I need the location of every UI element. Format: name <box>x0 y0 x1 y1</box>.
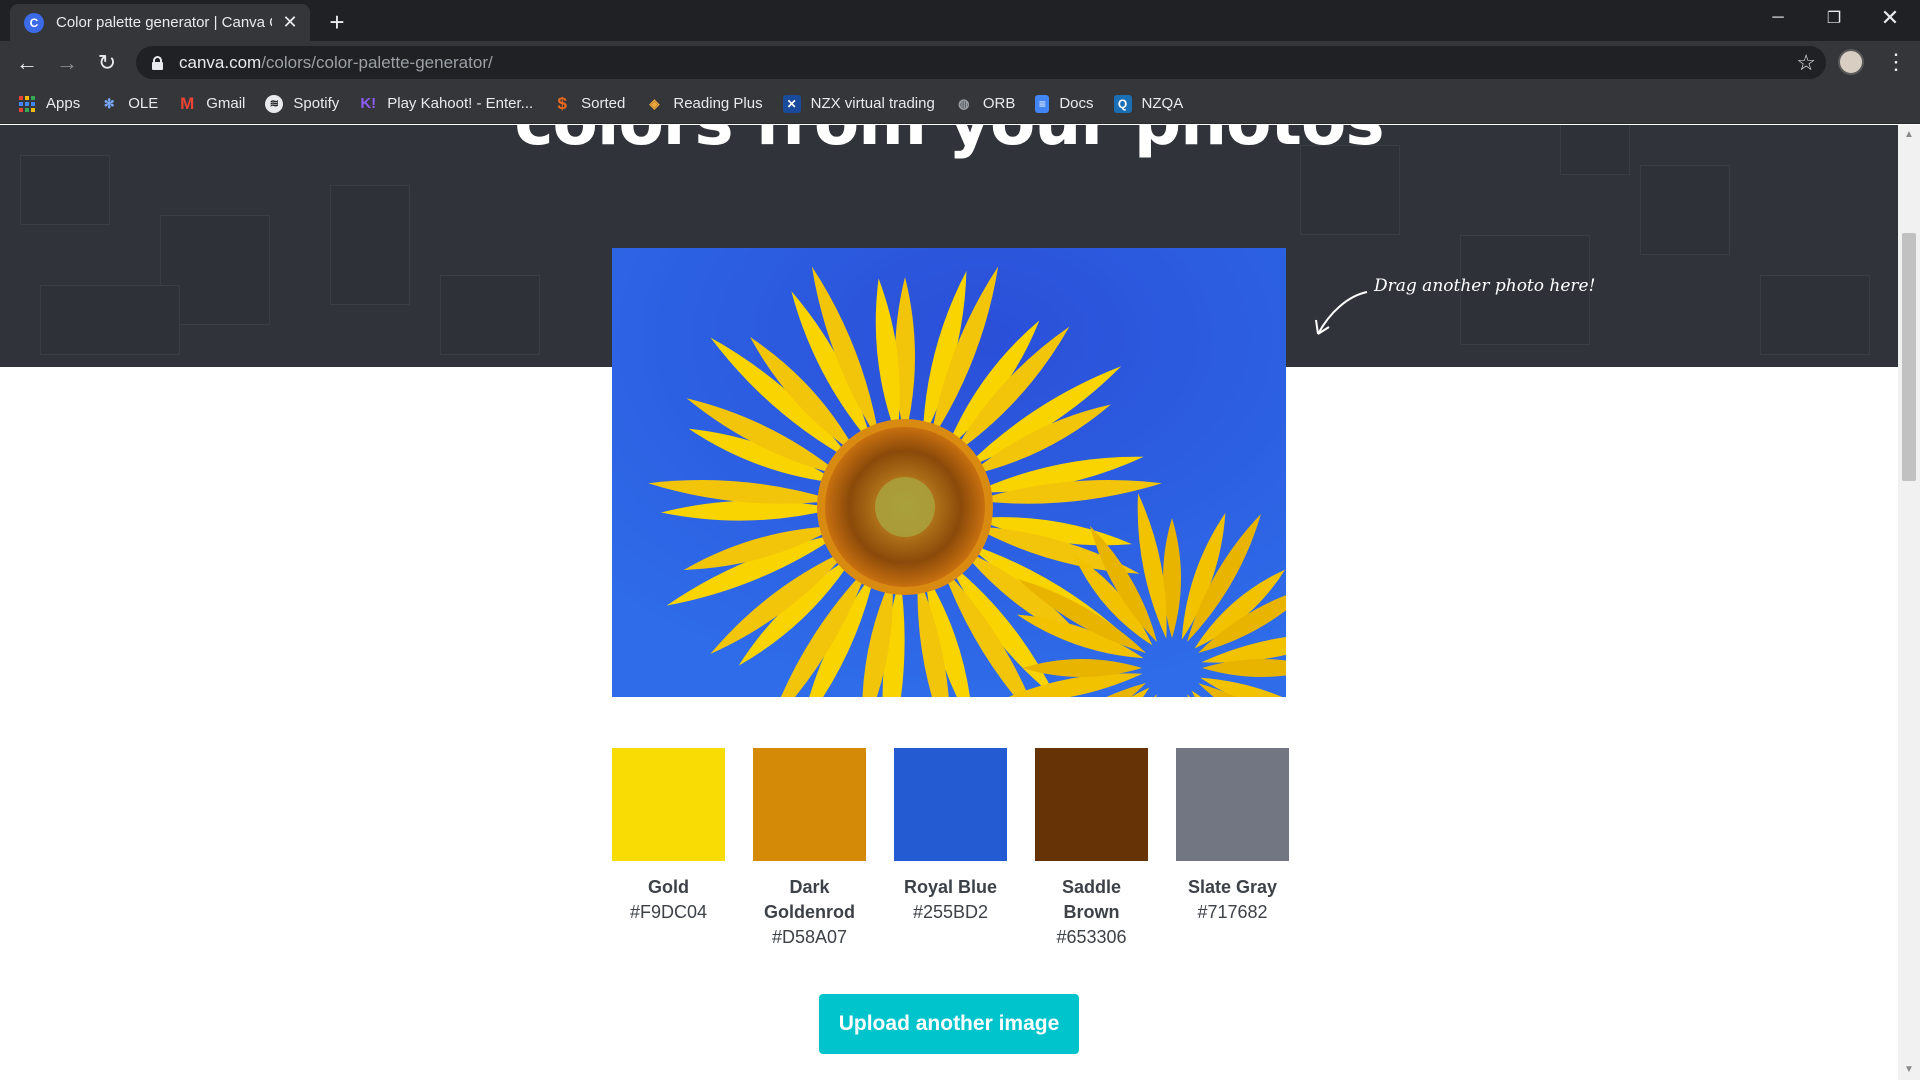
forward-arrow-icon[interactable]: → <box>51 47 83 79</box>
bookmark-orb[interactable]: ◍ ORB <box>955 95 1016 113</box>
ole-icon: ✻ <box>103 95 115 111</box>
kahoot-icon: K! <box>360 95 377 112</box>
swatch-hex: #255BD2 <box>912 902 989 922</box>
bookmarks-bar: Apps ✻ OLE M Gmail ≋ Spotify K! Play Kah… <box>0 84 1920 124</box>
hero-pattern-tile <box>20 155 110 225</box>
color-palette: Gold #F9DC04 Dark Goldenrod #D58A07 Royal Bl… <box>612 748 1289 947</box>
swatch-name: Saddle Brown <box>1061 877 1122 922</box>
sunflower-image <box>612 248 1286 697</box>
palette-swatch[interactable]: Dark Goldenrod #D58A07 <box>753 748 866 950</box>
swatch-hex: #D58A07 <box>771 927 848 947</box>
sorted-icon: $ <box>557 93 567 113</box>
tab-close-icon[interactable]: ✕ <box>280 12 300 33</box>
page-scrollbar[interactable]: ▲ ▼ <box>1898 125 1920 1080</box>
bookmark-apps[interactable]: Apps <box>18 95 80 113</box>
reading-plus-icon: ◈ <box>649 95 660 111</box>
bookmark-label: Spotify <box>293 95 340 112</box>
bookmark-label: Apps <box>46 95 81 112</box>
drag-photo-hint: Drag another photo here! <box>1374 276 1596 296</box>
hero-pattern-tile <box>440 275 540 355</box>
swatch-color[interactable] <box>894 748 1007 861</box>
palette-swatch[interactable]: Gold #F9DC04 <box>612 748 725 925</box>
scroll-down-arrow-icon[interactable]: ▼ <box>1898 1060 1920 1080</box>
window-maximize-button[interactable]: ❐ <box>1806 0 1862 36</box>
page-viewport: colors from your photos Drag another pho… <box>0 125 1898 1080</box>
swatch-name: Dark Goldenrod <box>764 877 855 922</box>
canva-favicon-icon: C <box>24 12 44 33</box>
palette-swatch[interactable]: Royal Blue #255BD2 <box>894 748 1007 925</box>
bookmark-label: Docs <box>1059 95 1094 112</box>
swatch-color[interactable] <box>753 748 866 861</box>
spotify-icon: ≋ <box>265 94 284 113</box>
profile-avatar[interactable] <box>1838 49 1864 75</box>
bookmark-label: Sorted <box>581 95 626 112</box>
apps-grid-icon <box>18 95 36 113</box>
nzx-icon: ✕ <box>782 94 801 113</box>
bookmark-label: Gmail <box>206 95 246 112</box>
bookmark-kahoot[interactable]: K! Play Kahoot! - Enter... <box>359 95 533 113</box>
bookmark-nzx[interactable]: ✕ NZX virtual trading <box>782 94 935 113</box>
nzqa-icon: Q <box>1113 94 1132 113</box>
bookmark-spotify[interactable]: ≋ Spotify <box>265 94 340 113</box>
back-arrow-icon[interactable]: ← <box>11 47 43 79</box>
tab-title: Color palette generator | Canva C <box>56 14 272 31</box>
browser-toolbar: ← → ↻ canva.com/colors/color-palette-gen… <box>0 41 1920 84</box>
hero-pattern-tile <box>330 185 410 305</box>
docs-icon: ≡ <box>1035 94 1050 113</box>
reload-icon[interactable]: ↻ <box>91 47 123 79</box>
bookmark-nzqa[interactable]: Q NZQA <box>1113 94 1184 113</box>
url-host: canva.com <box>179 52 262 72</box>
swatch-color[interactable] <box>1035 748 1148 861</box>
bookmark-gmail[interactable]: M Gmail <box>178 93 246 113</box>
palette-swatch[interactable]: Slate Gray #717682 <box>1176 748 1289 925</box>
hero-pattern-tile <box>1760 275 1870 355</box>
swatch-name: Slate Gray <box>1187 877 1278 897</box>
browser-menu-icon[interactable]: ⋮ <box>1884 47 1908 79</box>
address-bar[interactable]: canva.com/colors/color-palette-generator… <box>136 46 1826 79</box>
swatch-color[interactable] <box>612 748 725 861</box>
new-tab-button[interactable]: + <box>322 8 352 38</box>
swatch-name: Gold <box>648 877 689 897</box>
bookmark-label: NZX virtual trading <box>810 95 935 112</box>
bookmark-label: Reading Plus <box>673 95 763 112</box>
bookmark-label: ORB <box>982 95 1016 112</box>
palette-swatch[interactable]: Saddle Brown #653306 <box>1035 748 1148 950</box>
bookmark-docs[interactable]: ≡ Docs <box>1035 94 1094 113</box>
orb-icon: ◍ <box>958 95 970 111</box>
swatch-hex: #717682 <box>1197 902 1268 922</box>
swatch-hex: #653306 <box>1056 927 1127 947</box>
scroll-up-arrow-icon[interactable]: ▲ <box>1898 125 1920 145</box>
hero-pattern-tile <box>1640 165 1730 255</box>
swatch-color[interactable] <box>1176 748 1289 861</box>
swatch-name: Royal Blue <box>903 877 998 897</box>
bookmark-sorted[interactable]: $ Sorted <box>553 93 626 113</box>
upload-another-image-button[interactable]: Upload another image <box>819 994 1079 1054</box>
hero-pattern-tile <box>40 285 180 355</box>
gmail-icon: M <box>180 93 195 113</box>
swatch-hex: #F9DC04 <box>629 902 708 922</box>
window-minimize-button[interactable]: ─ <box>1750 0 1806 36</box>
url-path: /colors/color-palette-generator/ <box>261 52 493 72</box>
uploaded-photo[interactable] <box>612 248 1286 697</box>
bookmark-reading-plus[interactable]: ◈ Reading Plus <box>645 95 762 113</box>
bookmark-label: Play Kahoot! - Enter... <box>387 95 534 112</box>
hero-title: colors from your photos <box>0 125 1898 160</box>
drag-arrow-icon <box>1315 291 1368 335</box>
scroll-thumb[interactable] <box>1902 233 1916 481</box>
bookmark-label: NZQA <box>1141 95 1184 112</box>
browser-tab[interactable]: C Color palette generator | Canva C ✕ <box>10 4 310 41</box>
bookmark-label: OLE <box>128 95 159 112</box>
window-close-button[interactable]: ✕ <box>1862 0 1918 36</box>
bookmark-ole[interactable]: ✻ OLE <box>100 95 158 113</box>
browser-tab-strip: C Color palette generator | Canva C ✕ + … <box>0 0 1920 41</box>
bookmark-star-icon[interactable]: ☆ <box>1796 50 1816 76</box>
lock-icon[interactable] <box>152 55 163 70</box>
